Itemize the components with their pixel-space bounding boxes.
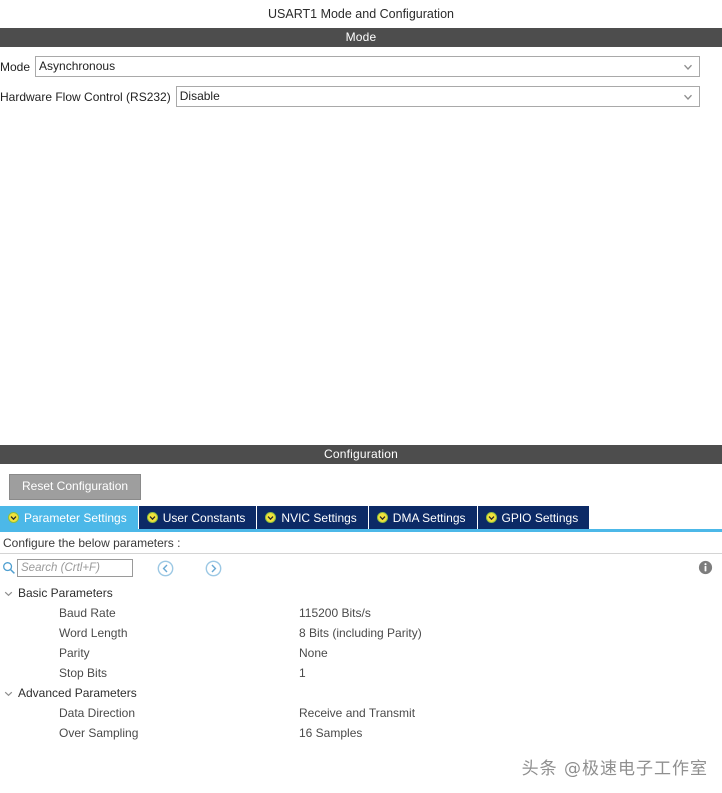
reset-configuration-button[interactable]: Reset Configuration [9,474,142,500]
watermark: 头条 @极速电子工作室 [521,759,708,779]
tab-parameter-settings[interactable]: Parameter Settings [0,506,139,529]
param-value: Receive and Transmit [299,706,416,720]
nav-forward-icon[interactable] [205,560,222,577]
chevron-down-icon [681,90,695,104]
configuration-section-body: Reset Configuration Parameter Settings U… [0,464,722,743]
status-ok-icon [265,512,277,523]
chevron-down-icon[interactable] [3,588,14,599]
mode-section-header: Mode [0,28,722,47]
reset-configuration-toolbar: Reset Configuration [0,464,722,506]
search-icon [2,561,16,575]
tab-label: DMA Settings [392,510,466,525]
status-ok-icon [146,512,158,523]
tab-label: Parameter Settings [24,510,127,525]
hardware-flow-control-select[interactable]: Disable [175,86,700,107]
table-row[interactable]: Parity None [0,643,722,663]
field-row-hardware-flow-control: Hardware Flow Control (RS232) Disable [0,86,722,107]
status-ok-icon [8,512,19,523]
search-input-placeholder: Search (Crtl+F) [21,562,100,574]
param-value: 1 [299,666,306,680]
param-label: Parity [59,646,90,660]
mode-section-body: Mode Asynchronous Hardware Flow Control … [0,47,722,445]
mode-label: Mode [0,59,31,74]
tab-label: User Constants [162,510,246,525]
mode-select[interactable]: Asynchronous [35,56,700,77]
tab-dma-settings[interactable]: DMA Settings [368,506,478,529]
tab-nvic-settings[interactable]: NVIC Settings [257,506,369,529]
table-row[interactable]: Word Length 8 Bits (including Parity) [0,623,722,643]
configure-parameters-label: Configure the below parameters : [3,536,181,550]
search-input[interactable]: Search (Crtl+F) [17,559,133,577]
tab-label: GPIO Settings [501,510,579,525]
tree-group-label: Basic Parameters [18,586,113,600]
info-icon[interactable] [698,560,713,575]
settings-tablist: Parameter Settings User Constants NVIC S… [0,506,722,529]
tab-gpio-settings[interactable]: GPIO Settings [477,506,591,529]
settings-tabbar: Parameter Settings User Constants NVIC S… [0,506,722,529]
mode-select-value: Asynchronous [39,59,116,73]
table-row[interactable]: Data Direction Receive and Transmit [0,703,722,723]
param-value: 8 Bits (including Parity) [299,626,422,640]
page-title: USART1 Mode and Configuration [0,0,722,28]
param-value: 115200 Bits/s [299,606,371,620]
table-row[interactable]: Baud Rate 115200 Bits/s [0,603,722,623]
tree-group-advanced-parameters[interactable]: Advanced Parameters [0,683,722,703]
param-value: 16 Samples [299,726,363,740]
status-ok-icon [376,512,388,523]
tab-label: NVIC Settings [281,510,357,525]
hardware-flow-control-label: Hardware Flow Control (RS232) [0,89,171,104]
param-label: Baud Rate [59,606,116,620]
chevron-down-icon[interactable] [3,688,14,699]
param-label: Word Length [59,626,128,640]
tree-group-basic-parameters[interactable]: Basic Parameters [0,583,722,603]
field-row-mode: Mode Asynchronous [0,56,722,77]
hardware-flow-control-value: Disable [179,89,220,103]
configuration-section-header: Configuration [0,445,722,464]
status-ok-icon [485,512,497,523]
parameter-tree: Basic Parameters Baud Rate 115200 Bits/s… [0,582,722,743]
table-row[interactable]: Over Sampling 16 Samples [0,723,722,743]
param-label: Data Direction [59,706,136,720]
table-row[interactable]: Stop Bits 1 [0,663,722,683]
chevron-down-icon [681,60,695,74]
tab-user-constants[interactable]: User Constants [138,506,258,529]
tree-group-label: Advanced Parameters [18,686,137,700]
nav-back-icon[interactable] [157,560,174,577]
param-label: Stop Bits [59,666,108,680]
param-label: Over Sampling [59,726,139,740]
param-value: None [299,646,328,660]
search-toolbar: Search (Crtl+F) [0,554,722,582]
